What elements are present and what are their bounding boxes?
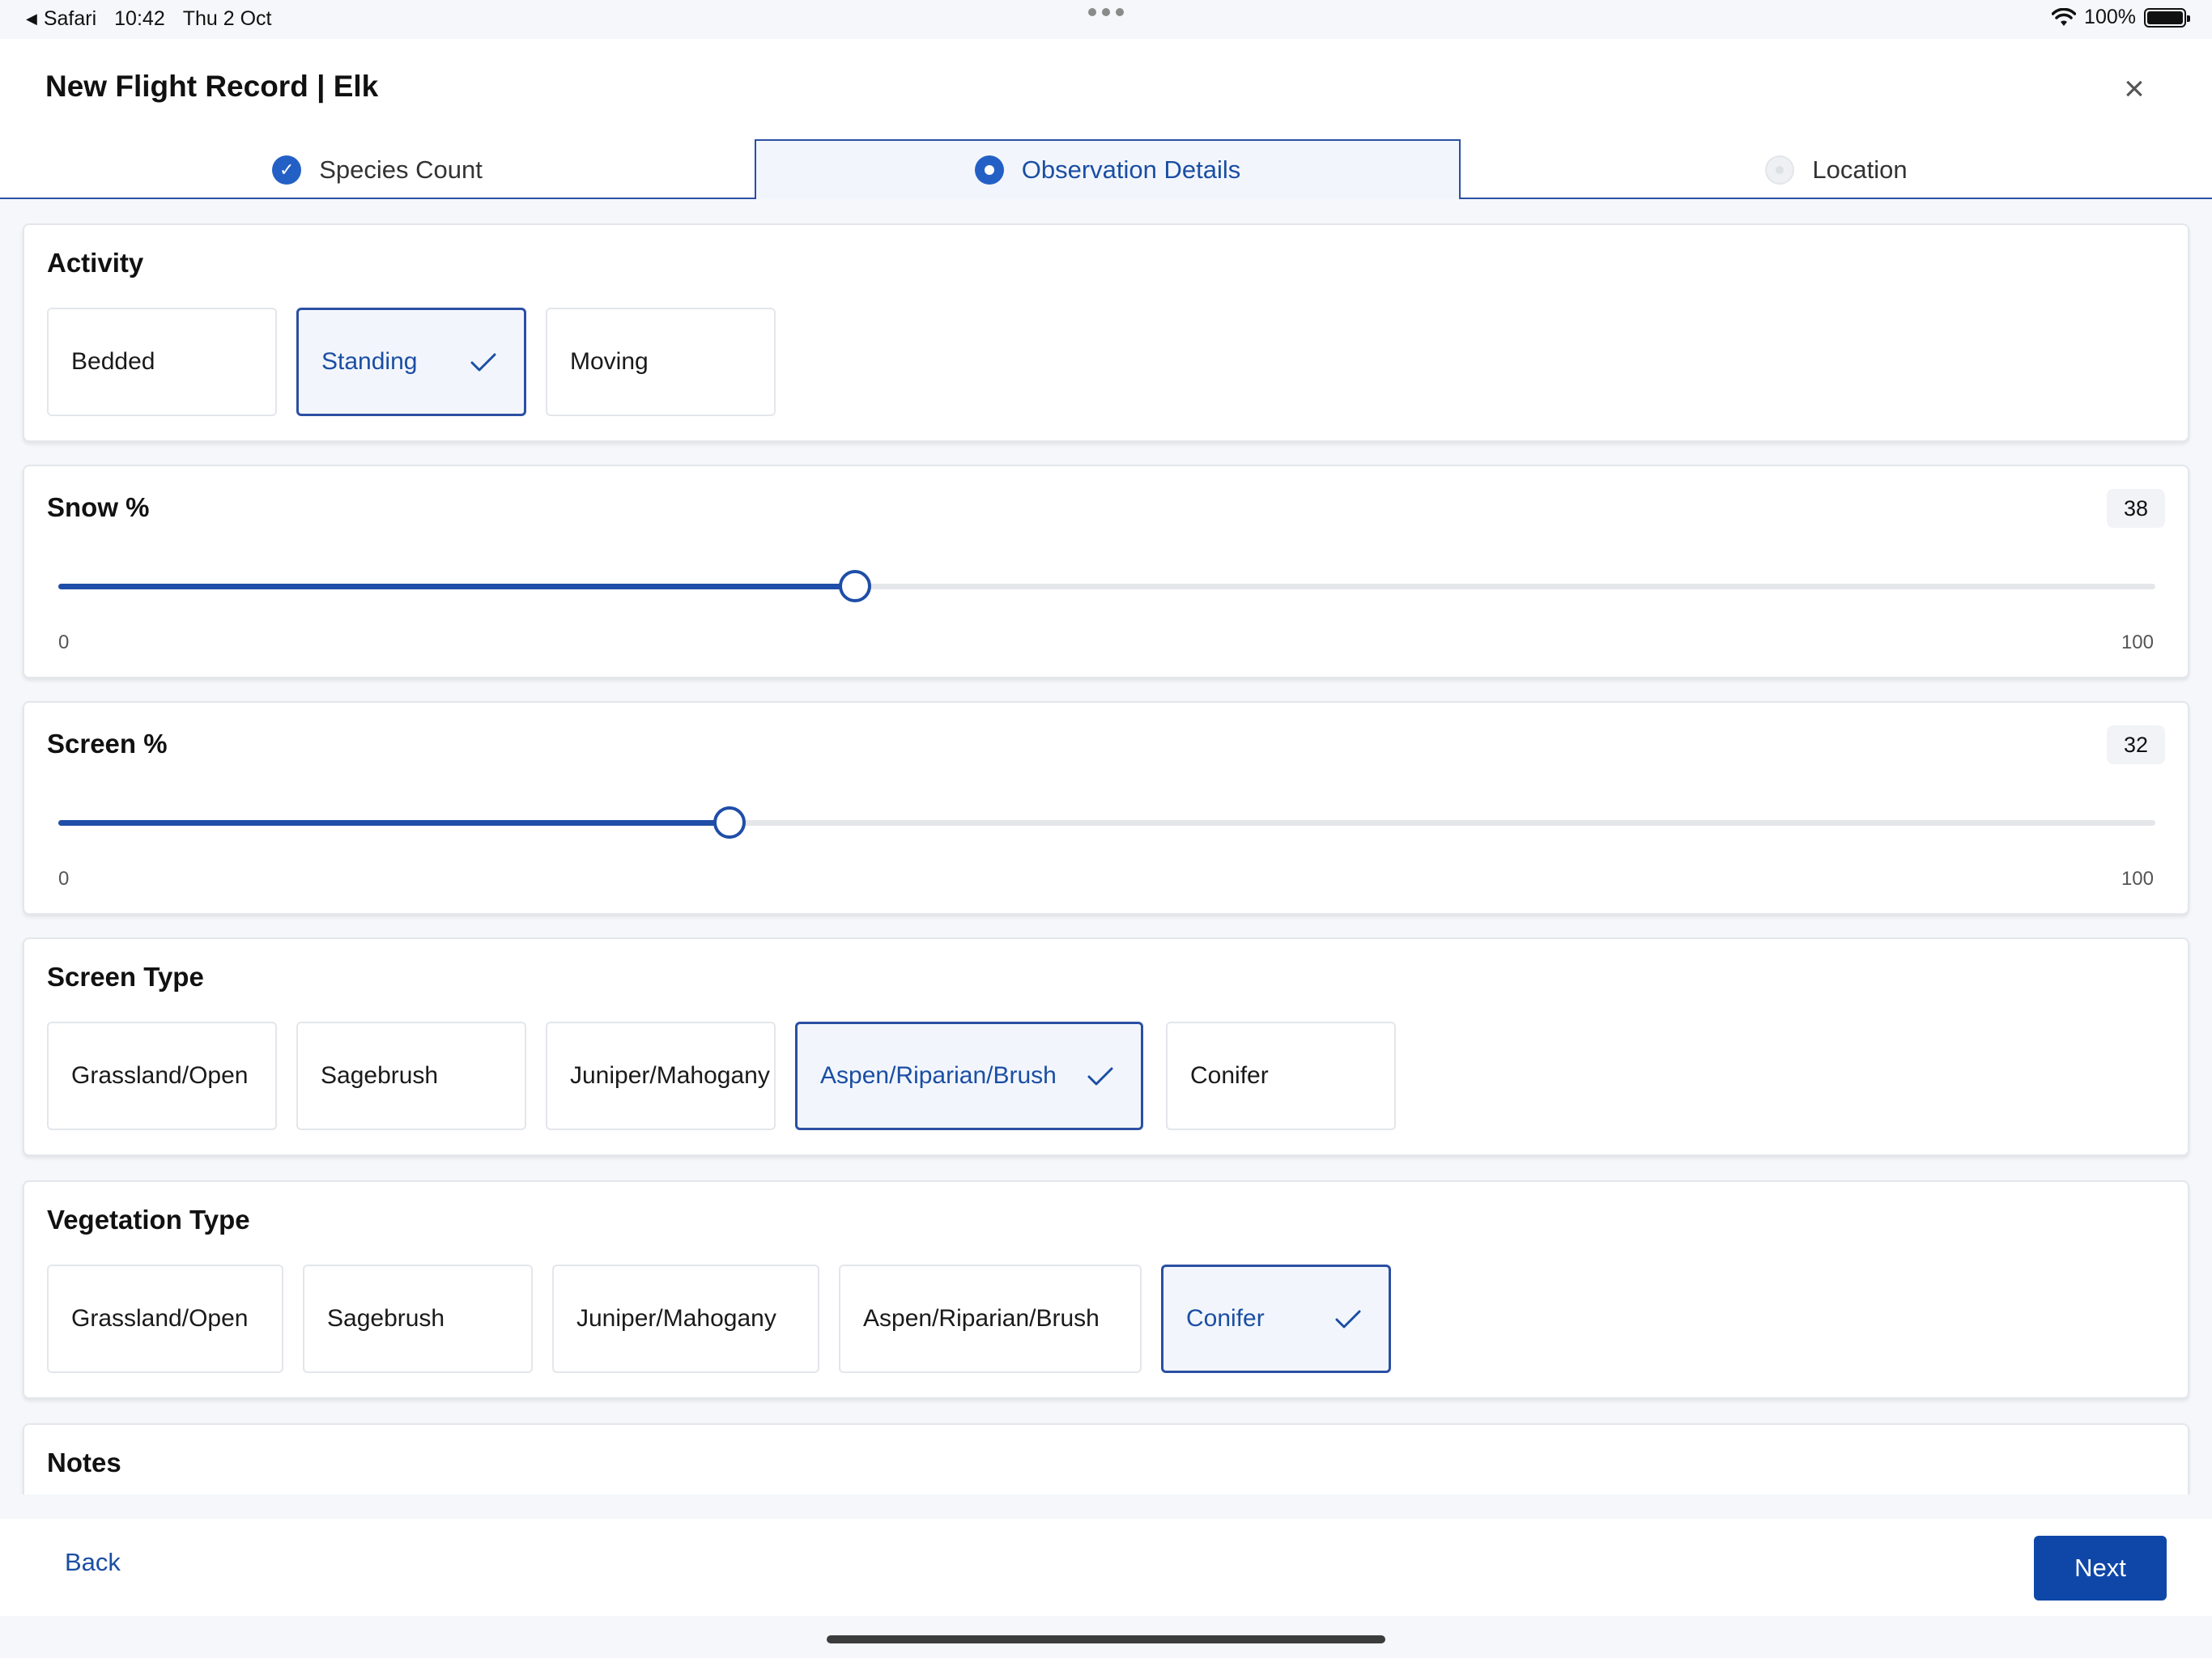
footer-bar: Back Next bbox=[0, 1519, 2212, 1616]
slider-fill bbox=[58, 820, 730, 826]
status-date: Thu 2 Oct bbox=[182, 7, 272, 30]
option-label: Bedded bbox=[71, 348, 155, 375]
close-icon[interactable]: × bbox=[2116, 71, 2152, 107]
option-label: Juniper/Mahogany bbox=[570, 1062, 770, 1089]
status-time: 10:42 bbox=[114, 7, 165, 30]
option-label: Conifer bbox=[1186, 1305, 1265, 1332]
vegetation-option-grassland[interactable]: Grassland/Open bbox=[47, 1265, 283, 1373]
back-button[interactable]: Back bbox=[65, 1548, 121, 1577]
header: New Flight Record | Elk × ✓ Species Coun… bbox=[0, 39, 2212, 199]
snow-max-label: 100 bbox=[2121, 631, 2154, 653]
multitasking-dots-icon[interactable] bbox=[1088, 8, 1124, 16]
checkmark-icon bbox=[1087, 1067, 1113, 1086]
screen-card: Screen % 32 0 100 bbox=[23, 701, 2189, 915]
screen-min-label: 0 bbox=[58, 868, 70, 890]
tab-label: Observation Details bbox=[1021, 155, 1241, 184]
screen-type-option-conifer[interactable]: Conifer bbox=[1166, 1022, 1396, 1130]
screen-type-option-aspen[interactable]: Aspen/Riparian/Brush bbox=[795, 1022, 1143, 1130]
page-title: New Flight Record | Elk bbox=[45, 70, 379, 103]
pending-step-icon bbox=[1765, 155, 1795, 185]
screen-slider[interactable] bbox=[58, 806, 2155, 839]
screen-type-option-grassland[interactable]: Grassland/Open bbox=[47, 1022, 277, 1130]
vegetation-option-juniper[interactable]: Juniper/Mahogany bbox=[552, 1265, 819, 1373]
vegetation-type-card: Vegetation Type Grassland/Open Sagebrush… bbox=[23, 1180, 2189, 1399]
battery-icon bbox=[2144, 7, 2190, 28]
snow-title: Snow % bbox=[47, 492, 150, 522]
check-circle-icon: ✓ bbox=[272, 155, 302, 185]
snow-slider[interactable] bbox=[58, 570, 2155, 602]
home-indicator[interactable] bbox=[827, 1635, 1385, 1643]
option-label: Grassland/Open bbox=[71, 1062, 249, 1089]
step-tabs: ✓ Species Count Observation Details Loca… bbox=[0, 139, 2212, 199]
option-label: Sagebrush bbox=[327, 1305, 445, 1332]
option-label: Moving bbox=[570, 348, 649, 375]
activity-option-moving[interactable]: Moving bbox=[546, 308, 776, 416]
option-label: Conifer bbox=[1190, 1062, 1269, 1089]
slider-thumb[interactable] bbox=[713, 806, 746, 839]
tab-location[interactable]: Location bbox=[1461, 141, 2212, 199]
activity-option-bedded[interactable]: Bedded bbox=[47, 308, 277, 416]
status-bar: ◀ Safari 10:42 Thu 2 Oct 100% bbox=[0, 0, 2212, 39]
slider-thumb[interactable] bbox=[839, 570, 872, 602]
screen-max-label: 100 bbox=[2121, 868, 2154, 890]
wifi-icon bbox=[2052, 7, 2077, 26]
vegetation-option-conifer[interactable]: Conifer bbox=[1161, 1265, 1391, 1373]
tab-species-count[interactable]: ✓ Species Count bbox=[0, 141, 755, 199]
status-bar-left: ◀ Safari 10:42 Thu 2 Oct bbox=[26, 7, 271, 31]
snow-min-label: 0 bbox=[58, 631, 70, 653]
option-label: Standing bbox=[321, 348, 418, 375]
option-label: Aspen/Riparian/Brush bbox=[820, 1062, 1057, 1089]
notes-title: Notes bbox=[47, 1448, 121, 1477]
back-app-label[interactable]: Safari bbox=[44, 7, 96, 31]
slider-fill bbox=[58, 584, 856, 589]
tab-label: Location bbox=[1812, 155, 1908, 184]
activity-title: Activity bbox=[47, 248, 144, 278]
vegetation-option-sagebrush[interactable]: Sagebrush bbox=[303, 1265, 533, 1373]
tab-label: Species Count bbox=[319, 155, 483, 184]
form-content[interactable]: Activity Bedded Standing Moving Snow % 3… bbox=[0, 199, 2212, 1494]
activity-card: Activity Bedded Standing Moving bbox=[23, 223, 2189, 442]
back-to-app-icon[interactable]: ◀ bbox=[26, 11, 37, 28]
status-bar-right: 100% bbox=[2052, 6, 2190, 29]
screen-type-card: Screen Type Grassland/Open Sagebrush Jun… bbox=[23, 937, 2189, 1156]
battery-percentage: 100% bbox=[2084, 6, 2136, 28]
screen-value-badge: 32 bbox=[2107, 725, 2165, 764]
tab-observation-details[interactable]: Observation Details bbox=[755, 139, 1461, 199]
vegetation-type-title: Vegetation Type bbox=[47, 1205, 250, 1235]
screen-type-option-juniper[interactable]: Juniper/Mahogany bbox=[546, 1022, 776, 1130]
notes-card: Notes bbox=[23, 1423, 2189, 1494]
screen-type-title: Screen Type bbox=[47, 962, 204, 992]
option-label: Sagebrush bbox=[321, 1062, 439, 1089]
option-label: Grassland/Open bbox=[71, 1305, 249, 1332]
screen-title: Screen % bbox=[47, 729, 168, 759]
current-step-icon bbox=[974, 155, 1004, 185]
option-label: Juniper/Mahogany bbox=[576, 1305, 776, 1332]
snow-value-badge: 38 bbox=[2107, 489, 2165, 528]
activity-option-standing[interactable]: Standing bbox=[296, 308, 526, 416]
vegetation-option-aspen[interactable]: Aspen/Riparian/Brush bbox=[839, 1265, 1142, 1373]
option-label: Aspen/Riparian/Brush bbox=[863, 1305, 1100, 1332]
next-button[interactable]: Next bbox=[2034, 1536, 2167, 1601]
checkmark-icon bbox=[1335, 1310, 1361, 1329]
snow-card: Snow % 38 0 100 bbox=[23, 465, 2189, 678]
checkmark-icon bbox=[470, 353, 496, 372]
screen-type-option-sagebrush[interactable]: Sagebrush bbox=[296, 1022, 526, 1130]
